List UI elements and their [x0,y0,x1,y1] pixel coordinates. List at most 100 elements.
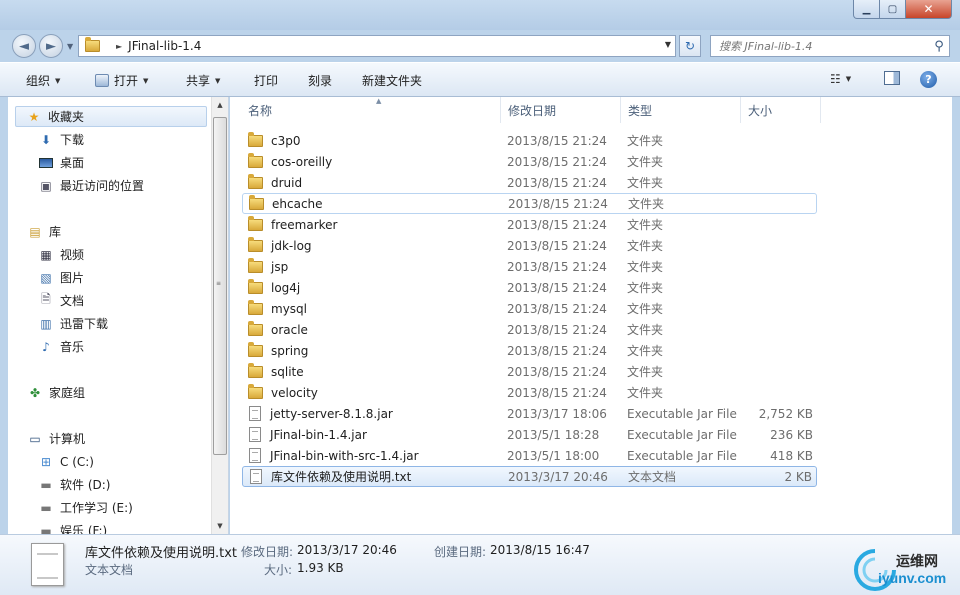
file-type-cell: 文件夹 [628,197,665,211]
details-size-value: 1.93 KB [297,561,344,575]
file-row[interactable]: ehcache 2013/8/15 21:24 文件夹 [242,193,817,214]
breadcrumb-chevron-icon[interactable]: ► [116,42,122,51]
new-folder-button[interactable]: 新建文件夹 [362,72,422,89]
sidebar-item-pictures[interactable]: ▧ 图片 [38,267,84,288]
change-view-button[interactable]: ☷ ▼ [830,72,851,86]
file-name-label: jsp [271,259,289,274]
file-row[interactable]: jetty-server-8.1.8.jar 2013/3/17 18:06 Exe… [242,403,817,424]
maximize-button[interactable]: ▢ [880,0,906,19]
preview-pane-button[interactable] [884,71,900,85]
sidebar-item-videos[interactable]: ▦ 视频 [38,244,84,265]
file-row[interactable]: 库文件依赖及使用说明.txt 2013/3/17 20:46 文本文档 2 KB [242,466,817,487]
file-name-cell[interactable]: mysql [242,299,492,316]
column-header-date[interactable]: 修改日期 [501,97,621,123]
file-row[interactable]: sqlite 2013/8/15 21:24 文件夹 [242,361,817,382]
file-name-cell[interactable]: c3p0 [242,131,492,148]
address-dropdown-icon[interactable]: ▼ [665,40,671,49]
file-date-cell: 2013/8/15 21:24 [507,301,607,316]
sidebar-item-label: 家庭组 [49,386,86,400]
scroll-up-icon[interactable]: ▲ [212,97,228,113]
sidebar-item-recent-places[interactable]: ▣ 最近访问的位置 [38,175,144,196]
back-button[interactable]: ◄ [12,34,36,58]
file-name-cell[interactable]: jdk-log [242,236,492,253]
file-name-cell[interactable]: JFinal-bin-with-src-1.4.jar [242,448,492,463]
column-header-name[interactable]: 名称 ▲ [241,97,501,123]
file-row[interactable]: JFinal-bin-with-src-1.4.jar 2013/5/1 18:0… [242,445,817,466]
file-name-cell[interactable]: cos-oreilly [242,152,492,169]
sidebar-item-music[interactable]: ♪ 音乐 [38,336,84,357]
recent-places-icon: ▣ [40,178,52,193]
print-button[interactable]: 打印 [254,72,278,89]
file-row[interactable]: jsp 2013/8/15 21:24 文件夹 [242,256,817,277]
forward-arrow-icon: ► [46,38,56,54]
file-name-cell[interactable]: velocity [242,383,492,400]
file-name-cell[interactable]: JFinal-bin-1.4.jar [242,427,492,442]
file-row[interactable]: jdk-log 2013/8/15 21:24 文件夹 [242,235,817,256]
file-date-cell: 2013/8/15 21:24 [507,385,607,400]
sidebar-item-drive-f[interactable]: ▬ 娱乐 (F:) [38,520,108,535]
sidebar-item-drive-e[interactable]: ▬ 工作学习 (E:) [38,497,132,518]
file-row[interactable]: c3p0 2013/8/15 21:24 文件夹 [242,130,817,151]
file-date-cell: 2013/8/15 21:24 [507,280,607,295]
help-button[interactable]: ? [920,71,937,88]
file-row[interactable]: spring 2013/8/15 21:24 文件夹 [242,340,817,361]
folder-icon [248,362,263,378]
search-icon[interactable]: ⚲ [929,39,949,54]
file-date-cell: 2013/8/15 21:24 [508,196,608,211]
file-row[interactable]: log4j 2013/8/15 21:24 文件夹 [242,277,817,298]
scroll-down-icon[interactable]: ▼ [212,518,228,534]
sidebar-item-desktop[interactable]: 桌面 [38,152,84,173]
file-type-cell: 文本文档 [628,470,677,484]
column-header-size[interactable]: 大小 [741,97,821,123]
sidebar-item-downloads[interactable]: ⬇ 下载 [38,129,84,150]
sidebar-item-favorites[interactable]: ★ 收藏夹 [15,106,207,127]
system-drive-icon: ⊞ [40,454,52,469]
forward-button[interactable]: ► [39,34,63,58]
file-name-cell[interactable]: freemarker [242,215,492,232]
file-name-label: cos-oreilly [271,154,333,169]
close-button[interactable]: ✕ [906,0,952,19]
column-header-type[interactable]: 类型 [621,97,741,123]
breadcrumb-current-folder[interactable]: JFinal-lib-1.4 [128,39,201,53]
burn-button[interactable]: 刻录 [308,72,332,89]
file-row[interactable]: mysql 2013/8/15 21:24 文件夹 [242,298,817,319]
file-name-cell[interactable]: jetty-server-8.1.8.jar [242,406,492,421]
back-arrow-icon: ◄ [19,38,29,54]
sidebar-item-documents[interactable]: 🗎 文档 [38,290,84,311]
file-row[interactable]: velocity 2013/8/15 21:24 文件夹 [242,382,817,403]
sidebar-item-thunder-downloads[interactable]: ▥ 迅雷下载 [38,313,108,334]
file-row[interactable]: druid 2013/8/15 21:24 文件夹 [242,172,817,193]
sidebar-item-drive-d[interactable]: ▬ 软件 (D:) [38,474,110,495]
minimize-button[interactable]: ▁ [853,0,880,19]
hard-drive-icon: ▬ [40,500,52,515]
file-row[interactable]: cos-oreilly 2013/8/15 21:24 文件夹 [242,151,817,172]
file-name-cell[interactable]: ehcache [243,194,493,211]
sidebar-item-homegroup[interactable]: ✤ 家庭组 [27,382,85,403]
share-button[interactable]: 共享 ▼ [186,72,220,89]
search-input[interactable] [711,39,929,53]
file-name-cell[interactable]: spring [242,341,492,358]
file-name-cell[interactable]: log4j [242,278,492,295]
file-name-cell[interactable]: 库文件依赖及使用说明.txt [243,468,493,485]
sidebar-item-computer[interactable]: ▭ 计算机 [27,428,85,449]
open-button[interactable]: 打开 ▼ [95,72,148,89]
sidebar-item-label: 娱乐 (F:) [60,524,108,534]
address-bar[interactable]: ► JFinal-lib-1.4 ▼ [78,35,676,57]
file-row[interactable]: freemarker 2013/8/15 21:24 文件夹 [242,214,817,235]
file-name-cell[interactable]: jsp [242,257,492,274]
refresh-button[interactable]: ↻ [679,35,701,57]
sidebar-item-libraries[interactable]: ▤ 库 [27,221,61,242]
file-type-cell: 文件夹 [627,260,664,274]
file-row[interactable]: oracle 2013/8/15 21:24 文件夹 [242,319,817,340]
navigation-pane-scrollbar[interactable]: ▲ ≡ ▼ [211,97,228,534]
file-name-cell[interactable]: druid [242,173,492,190]
file-name-cell[interactable]: sqlite [242,362,492,379]
file-name-cell[interactable]: oracle [242,320,492,337]
watermark-text-cn: 运维网 [896,554,938,570]
open-file-icon [95,74,109,87]
file-row[interactable]: JFinal-bin-1.4.jar 2013/5/1 18:28 Executab… [242,424,817,445]
recent-pages-dropdown-icon[interactable]: ▼ [67,42,73,51]
organize-button[interactable]: 组织 ▼ [26,72,60,89]
search-box[interactable]: ⚲ [710,35,950,57]
sidebar-item-drive-c[interactable]: ⊞ C (C:) [38,451,94,472]
